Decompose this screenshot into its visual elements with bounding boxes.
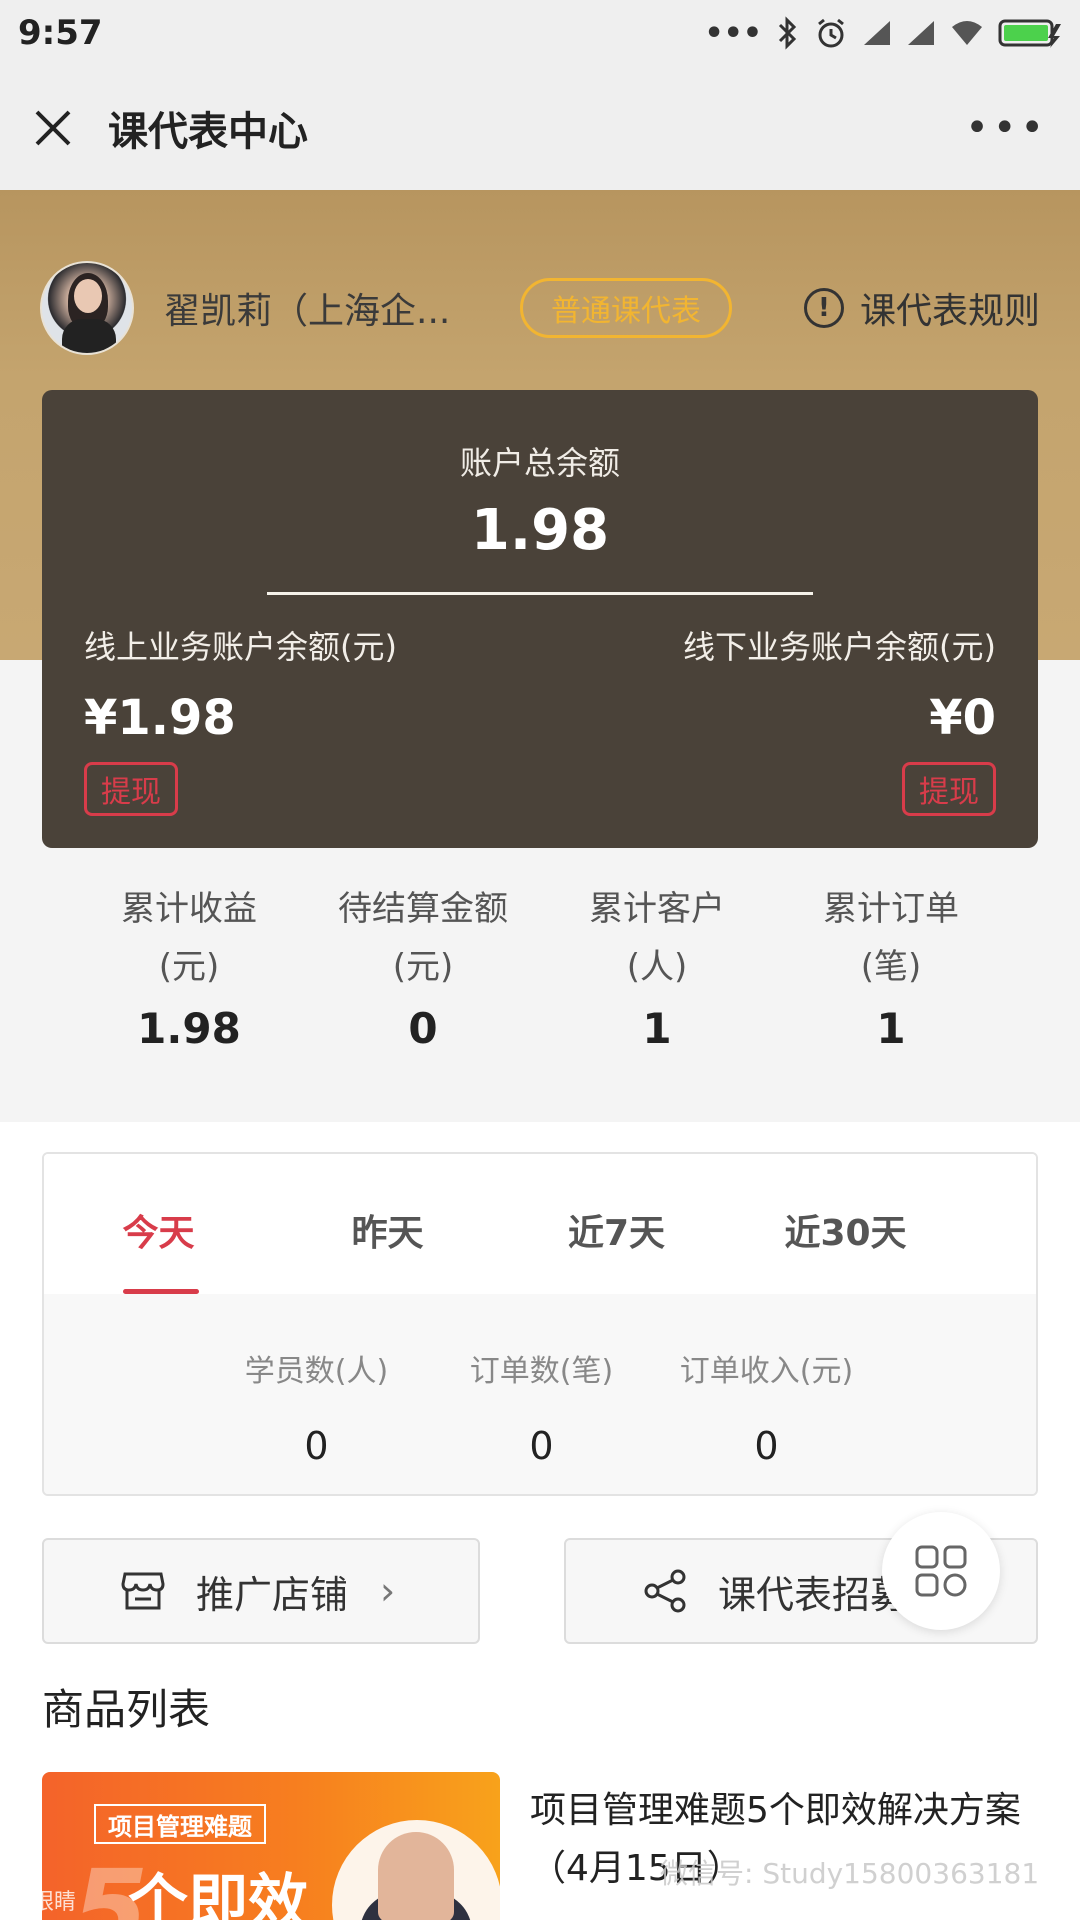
offline-balance-amount: ¥0 [929, 690, 996, 746]
signal-icon [862, 19, 892, 47]
stat-total-customers: 累计客户 (人) 1 [540, 880, 774, 1120]
avatar[interactable] [40, 261, 134, 355]
battery-icon [998, 18, 1062, 48]
user-name: 翟凯莉（上海企... [164, 291, 451, 332]
more-menu-icon[interactable]: ••• [965, 105, 1048, 151]
page-title: 课代表中心 [108, 109, 308, 155]
stat-order-income: 订单收入(元) 0 [654, 1294, 879, 1494]
stat-total-earnings: 累计收益 (元) 1.98 [72, 880, 306, 1120]
stat-orders: 订单数(笔) 0 [429, 1294, 654, 1494]
stat-unit: (元) [158, 947, 220, 987]
alarm-icon [814, 16, 848, 50]
more-dots-icon: ••• [704, 15, 762, 51]
stat-unit: (元) [392, 947, 454, 987]
rules-label: 课代表规则 [859, 291, 1040, 332]
product-thumbnail: 5 项目管理难题 个即效 [42, 1772, 500, 1920]
thumb-headline: 个即效 [128, 1868, 308, 1920]
balance-card: 账户总余额 1.98 线上业务账户余额(元) 线下业务账户余额(元) ¥1.98… [42, 390, 1038, 848]
status-bar: 9:57 ••• [0, 0, 1080, 66]
stat-value: 0 [529, 1424, 554, 1468]
status-time: 9:57 [18, 13, 103, 53]
chevron-right-icon: › [380, 1569, 396, 1613]
total-balance-value: 1.98 [470, 498, 610, 563]
stat-label: 订单数(笔) [469, 1354, 614, 1389]
balance-divider [267, 592, 813, 595]
stat-students: 学员数(人) 0 [204, 1294, 429, 1494]
stat-total-orders: 累计订单 (笔) 1 [774, 880, 1008, 1120]
stat-value: 1 [642, 1004, 672, 1053]
wifi-icon [950, 19, 984, 47]
withdraw-offline-button[interactable]: 提现 [902, 762, 996, 816]
stat-label: 累计订单 [823, 889, 959, 929]
online-balance-amount: ¥1.98 [84, 690, 236, 746]
stat-label: 累计收益 [121, 889, 257, 929]
profile-row: 翟凯莉（上海企... 普通课代表 ! 课代表规则 [40, 260, 1040, 356]
system-icons: ••• [704, 16, 1062, 51]
stat-value: 1 [876, 1004, 906, 1053]
total-balance-label: 账户总余额 [459, 444, 620, 482]
stat-value: 1.98 [137, 1004, 241, 1053]
rules-link[interactable]: ! 课代表规则 [803, 282, 1040, 334]
tab-last-30-days[interactable]: 近30天 [731, 1154, 960, 1294]
stat-label: 学员数(人) [244, 1354, 389, 1389]
stat-value: 0 [304, 1424, 329, 1468]
close-icon[interactable] [32, 107, 74, 149]
nav-bar: 课代表中心 ••• [0, 66, 1080, 190]
promote-store-button[interactable]: 推广店铺 › [42, 1538, 480, 1644]
info-icon: ! [803, 288, 844, 328]
product-item[interactable]: 5 项目管理难题 个即效 项目管理难题5个即效解决方案（4月15日） [42, 1772, 1038, 1920]
stat-unit: (人) [626, 947, 688, 987]
stat-label: 累计客户 [589, 889, 725, 929]
promote-store-label: 推广店铺 [196, 1572, 349, 1617]
bluetooth-icon [776, 16, 800, 50]
share-icon [642, 1568, 688, 1614]
cumulative-stats: 累计收益 (元) 1.98 待结算金额 (元) 0 累计客户 (人) 1 累计订… [0, 880, 1080, 1120]
withdraw-online-button[interactable]: 提现 [84, 762, 178, 816]
thumb-tag: 项目管理难题 [94, 1804, 266, 1844]
stat-label: 待结算金额 [338, 889, 508, 929]
stat-label: 订单收入(元) [679, 1354, 854, 1389]
online-balance-label: 线上业务账户余额(元) [84, 628, 397, 666]
stat-value: 0 [408, 1004, 438, 1053]
period-stats: 学员数(人) 0 订单数(笔) 0 订单收入(元) 0 [44, 1294, 1036, 1494]
stat-pending-amount: 待结算金额 (元) 0 [306, 880, 540, 1120]
offline-balance-label: 线下业务账户余额(元) [683, 628, 996, 666]
tab-today[interactable]: 今天 [44, 1154, 273, 1294]
watermark-right: 微信号: Study15800363181 [660, 1857, 1040, 1890]
stat-unit: (笔) [860, 947, 922, 987]
product-list-title: 商品列表 [42, 1685, 211, 1734]
signal-icon-2 [906, 19, 936, 47]
grid-icon [915, 1545, 967, 1597]
recruit-label: 课代表招募 [718, 1572, 909, 1617]
tab-yesterday[interactable]: 昨天 [273, 1154, 502, 1294]
watermark-left: 大眼睛 [10, 1890, 77, 1915]
floating-apps-button[interactable] [882, 1512, 1000, 1630]
period-stats-card: 今天 昨天 近7天 近30天 学员数(人) 0 订单数(笔) 0 订单收入(元)… [42, 1152, 1038, 1496]
level-badge: 普通课代表 [520, 278, 732, 338]
store-icon [120, 1568, 166, 1614]
tab-last-7-days[interactable]: 近7天 [502, 1154, 731, 1294]
period-tabs: 今天 昨天 近7天 近30天 [44, 1154, 1036, 1294]
stat-value: 0 [754, 1424, 779, 1468]
